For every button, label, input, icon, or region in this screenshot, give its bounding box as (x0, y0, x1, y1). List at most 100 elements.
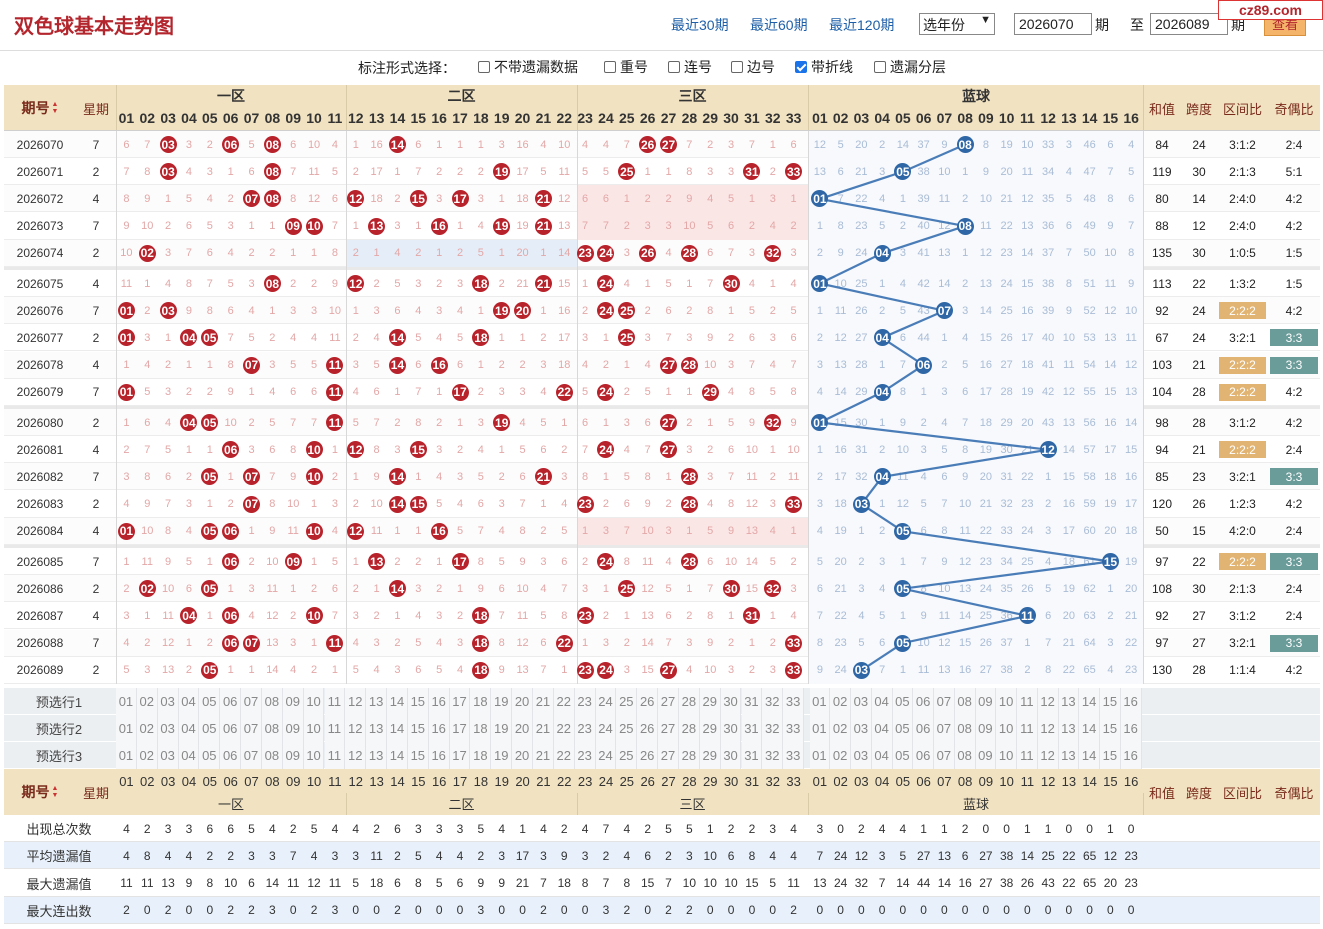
preselect-red-28[interactable]: 28 (678, 715, 700, 742)
preselect-blue-06[interactable]: 06 (913, 742, 934, 769)
preselect-red-11[interactable]: 11 (324, 715, 346, 742)
preselect-blue-05[interactable]: 05 (892, 688, 914, 715)
preselect-red-10[interactable]: 10 (303, 688, 325, 715)
preselect-red-18[interactable]: 18 (470, 742, 492, 769)
preselect-blue-02[interactable]: 02 (830, 715, 851, 742)
preselect-red-32[interactable]: 32 (762, 742, 784, 769)
preselect-blue-03[interactable]: 03 (851, 715, 872, 742)
preselect-red-09[interactable]: 09 (282, 715, 304, 742)
preselect-red-11[interactable]: 11 (324, 742, 346, 769)
preselect-red-19[interactable]: 19 (491, 742, 513, 769)
preselect-blue-01[interactable]: 01 (809, 742, 831, 769)
header-issue[interactable]: 期号 ▲▼ (4, 86, 76, 130)
preselect-red-22[interactable]: 22 (553, 715, 575, 742)
preselect-red-14[interactable]: 14 (387, 742, 408, 769)
preselect-red-19[interactable]: 19 (491, 715, 513, 742)
preselect-red-30[interactable]: 30 (720, 715, 742, 742)
preselect-red-04[interactable]: 04 (178, 688, 200, 715)
preselect-blue-11[interactable]: 11 (1017, 742, 1038, 769)
preselect-red-05[interactable]: 05 (199, 742, 221, 769)
preselect-blue-05[interactable]: 05 (892, 742, 914, 769)
preselect-red-29[interactable]: 29 (699, 742, 721, 769)
preselect-red-10[interactable]: 10 (303, 742, 325, 769)
preselect-red-27[interactable]: 27 (658, 742, 679, 769)
preselect-blue-09[interactable]: 09 (975, 715, 997, 742)
preselect-red-08[interactable]: 08 (261, 742, 283, 769)
preselect-red-13[interactable]: 13 (366, 742, 388, 769)
preselect-blue-08[interactable]: 08 (954, 688, 976, 715)
preselect-red-33[interactable]: 33 (783, 742, 805, 769)
preselect-red-05[interactable]: 05 (199, 688, 221, 715)
preselect-red-01[interactable]: 01 (116, 688, 137, 715)
preselect-blue-04[interactable]: 04 (871, 742, 893, 769)
sort-icon[interactable]: ▲▼ (52, 785, 59, 799)
preselect-red-15[interactable]: 15 (407, 715, 429, 742)
preselect-blue-05[interactable]: 05 (892, 715, 914, 742)
preselect-red-26[interactable]: 26 (637, 742, 659, 769)
preselect-red-12[interactable]: 12 (345, 742, 367, 769)
preselect-red-24[interactable]: 24 (595, 715, 617, 742)
preselect-red-06[interactable]: 06 (220, 715, 242, 742)
preselect-red-16[interactable]: 16 (428, 742, 450, 769)
preselect-red-19[interactable]: 19 (491, 688, 513, 715)
preselect-blue-09[interactable]: 09 (975, 688, 997, 715)
preselect-blue-12[interactable]: 12 (1037, 688, 1059, 715)
preselect-red-08[interactable]: 08 (261, 715, 283, 742)
preselect-blue-07[interactable]: 07 (934, 715, 955, 742)
preselect-blue-14[interactable]: 14 (1079, 715, 1100, 742)
preselect-red-26[interactable]: 26 (637, 688, 659, 715)
preselect-blue-13[interactable]: 13 (1058, 742, 1080, 769)
preselect-red-07[interactable]: 07 (241, 742, 262, 769)
preselect-red-09[interactable]: 09 (282, 688, 304, 715)
preselect-red-03[interactable]: 03 (157, 742, 179, 769)
preselect-red-18[interactable]: 18 (470, 688, 492, 715)
footer-issue[interactable]: 期号 ▲▼ (4, 769, 76, 815)
preselect-red-09[interactable]: 09 (282, 742, 304, 769)
preselect-red-02[interactable]: 02 (136, 688, 158, 715)
preselect-blue-07[interactable]: 07 (934, 742, 955, 769)
preselect-blue-15[interactable]: 15 (1100, 688, 1121, 715)
preselect-red-30[interactable]: 30 (720, 688, 742, 715)
preselect-red-21[interactable]: 21 (533, 742, 554, 769)
preselect-blue-03[interactable]: 03 (851, 688, 872, 715)
preselect-blue-16[interactable]: 16 (1120, 715, 1142, 742)
preselect-red-25[interactable]: 25 (616, 742, 638, 769)
preselect-red-02[interactable]: 02 (136, 715, 158, 742)
preselect-red-01[interactable]: 01 (116, 742, 137, 769)
preselect-red-04[interactable]: 04 (178, 715, 200, 742)
preselect-red-22[interactable]: 22 (553, 742, 575, 769)
preselect-red-27[interactable]: 27 (658, 715, 679, 742)
sort-icon[interactable]: ▲▼ (52, 101, 59, 115)
preselect-red-20[interactable]: 20 (512, 742, 533, 769)
preselect-red-33[interactable]: 33 (783, 688, 805, 715)
preselect-red-26[interactable]: 26 (637, 715, 659, 742)
preselect-red-32[interactable]: 32 (762, 688, 784, 715)
preselect-blue-03[interactable]: 03 (851, 742, 872, 769)
preselect-red-28[interactable]: 28 (678, 742, 700, 769)
preselect-red-15[interactable]: 15 (407, 742, 429, 769)
preselect-red-12[interactable]: 12 (345, 688, 367, 715)
preselect-blue-13[interactable]: 13 (1058, 715, 1080, 742)
preselect-blue-12[interactable]: 12 (1037, 742, 1059, 769)
preselect-red-06[interactable]: 06 (220, 742, 242, 769)
preselect-red-01[interactable]: 01 (116, 715, 137, 742)
preselect-red-31[interactable]: 31 (741, 715, 763, 742)
preselect-red-23[interactable]: 23 (574, 715, 596, 742)
preselect-blue-01[interactable]: 01 (809, 715, 831, 742)
preselect-red-11[interactable]: 11 (324, 688, 346, 715)
preselect-red-25[interactable]: 25 (616, 688, 638, 715)
preselect-red-23[interactable]: 23 (574, 688, 596, 715)
preselect-red-17[interactable]: 17 (449, 742, 471, 769)
preselect-red-14[interactable]: 14 (387, 715, 408, 742)
preselect-blue-01[interactable]: 01 (809, 688, 831, 715)
preselect-red-18[interactable]: 18 (470, 715, 492, 742)
preselect-red-13[interactable]: 13 (366, 688, 388, 715)
preselect-red-21[interactable]: 21 (533, 688, 554, 715)
preselect-red-13[interactable]: 13 (366, 715, 388, 742)
preselect-red-07[interactable]: 07 (241, 715, 262, 742)
preselect-blue-06[interactable]: 06 (913, 688, 934, 715)
preselect-red-25[interactable]: 25 (616, 715, 638, 742)
preselect-red-12[interactable]: 12 (345, 715, 367, 742)
preselect-blue-12[interactable]: 12 (1037, 715, 1059, 742)
preselect-red-21[interactable]: 21 (533, 715, 554, 742)
